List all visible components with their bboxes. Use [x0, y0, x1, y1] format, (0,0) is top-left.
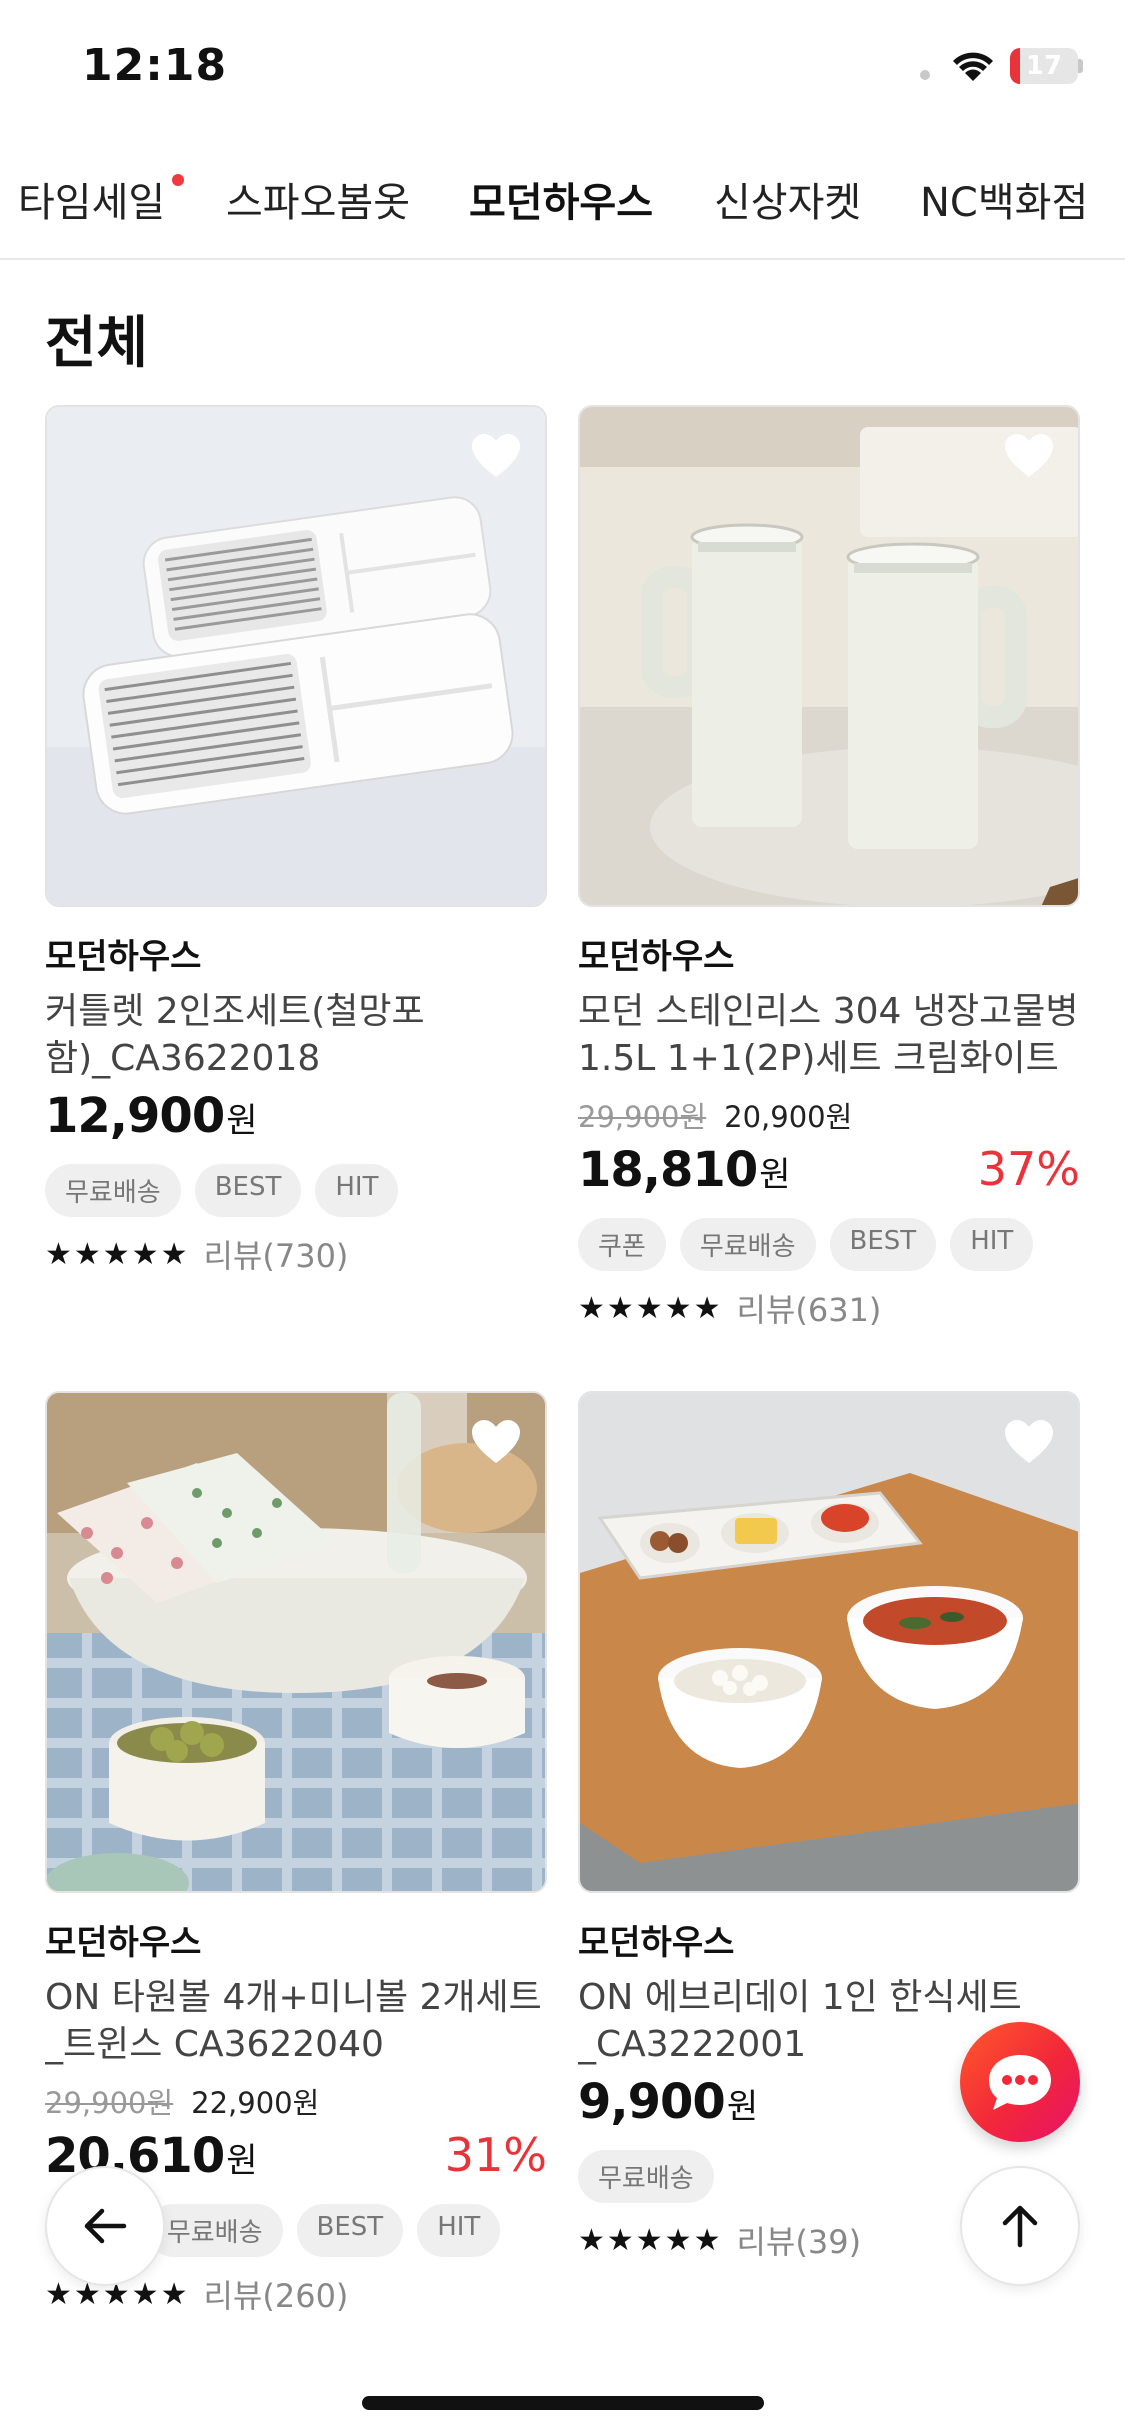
product-name[interactable]: 모던 스테인리스 304 냉장고물병 1.5L 1+1(2P)세트 크림화이트 [578, 988, 1080, 1082]
price-row: 18,810 원 37% [578, 1142, 1080, 1200]
badge-hit: HIT [950, 1218, 1034, 1271]
badge-hit: HIT [417, 2204, 501, 2257]
discount-rate: 37% [977, 1142, 1080, 1196]
rating-row: ★★★★★ 리뷰(631) [578, 1285, 1080, 1331]
signal-dot-icon [920, 70, 930, 80]
product-name[interactable]: ON 타원볼 4개+미니볼 2개세트_트윈스 CA3622040 [45, 1974, 547, 2068]
tab-nc-department[interactable]: NC백화점 [920, 170, 1088, 228]
original-price-row: 29,900원 22,900원 [45, 2080, 547, 2122]
chat-button[interactable] [960, 2022, 1080, 2142]
review-count: 리뷰(39) [736, 2223, 862, 2261]
battery-level: 17 [1025, 51, 1063, 81]
new-dot-indicator [172, 174, 184, 186]
star-rating-icon: ★★★★★ [45, 1236, 190, 1272]
battery-icon: 17 [1010, 48, 1083, 84]
heart-icon[interactable] [1002, 1417, 1056, 1467]
badge-list: 쿠폰 무료배송 BEST HIT [578, 1218, 1080, 1271]
product-brand: 모던하우스 [45, 1923, 202, 1963]
price-unit: 원 [226, 1101, 258, 1141]
star-rating-icon: ★★★★★ [578, 1290, 723, 1326]
coupon-price: 20,900원 [724, 1100, 853, 1134]
scroll-to-top-button[interactable] [960, 2166, 1080, 2286]
badge-best: BEST [296, 2204, 404, 2257]
original-price-row: 29,900원 20,900원 [578, 1094, 1080, 1136]
product-price: 18,810 [578, 1142, 758, 1198]
product-image[interactable] [578, 405, 1080, 907]
tab-timesale[interactable]: 타임세일 [18, 170, 165, 228]
review-count: 리뷰(260) [203, 2277, 349, 2315]
badge-best: BEST [194, 1164, 302, 1217]
tab-spao[interactable]: 스파오봄옷 [226, 170, 410, 228]
original-price: 29,900원 [578, 1100, 707, 1134]
original-price: 29,900원 [45, 2086, 174, 2120]
status-time: 12:18 [82, 40, 228, 91]
review-count: 리뷰(631) [736, 1291, 882, 1329]
status-icons: 17 [920, 48, 1083, 84]
review-count: 리뷰(730) [203, 1237, 349, 1275]
chat-icon [989, 2055, 1051, 2110]
product-brand: 모던하우스 [578, 937, 735, 977]
heart-icon[interactable] [469, 431, 523, 481]
price-unit: 원 [726, 2087, 759, 2127]
coupon-price: 22,900원 [191, 2086, 320, 2120]
price-row: 12,900 원 [45, 1088, 547, 1146]
product-image[interactable] [578, 1391, 1080, 1893]
product-card[interactable]: 모던하우스 커틀렛 2인조세트(철망포함)_CA3622018 12,900 원… [45, 405, 547, 1277]
product-brand: 모던하우스 [578, 1923, 735, 1963]
status-bar: 12:18 17 [0, 0, 1125, 140]
heart-icon[interactable] [469, 1417, 523, 1467]
product-name[interactable]: 커틀렛 2인조세트(철망포함)_CA3622018 [45, 988, 547, 1082]
section-title: 전체 [45, 311, 149, 376]
heart-icon[interactable] [1002, 431, 1056, 481]
product-price: 12,900 [45, 1088, 225, 1144]
category-tabs: 타임세일 스파오봄옷 모던하우스 신상자켓 NC백화점 [0, 160, 1125, 260]
product-image[interactable] [45, 405, 547, 907]
product-image[interactable] [45, 1391, 547, 1893]
discount-rate: 31% [444, 2128, 547, 2182]
home-indicator [362, 2396, 764, 2410]
arrow-left-icon [84, 2208, 127, 2244]
product-price: 9,900 [578, 2074, 726, 2130]
badge-coupon: 쿠폰 [578, 1218, 666, 1271]
badge-list: 무료배송 BEST HIT [45, 1164, 547, 1217]
tab-modernhouse[interactable]: 모던하우스 [469, 170, 653, 228]
price-unit: 원 [226, 2141, 258, 2181]
product-brand: 모던하우스 [45, 937, 202, 977]
product-card[interactable]: 모던하우스 모던 스테인리스 304 냉장고물병 1.5L 1+1(2P)세트 … [578, 405, 1080, 1331]
badge-free-shipping: 무료배송 [146, 2204, 283, 2257]
star-rating-icon: ★★★★★ [578, 2222, 723, 2258]
badge-best: BEST [829, 1218, 937, 1271]
back-button[interactable] [45, 2166, 165, 2286]
price-unit: 원 [759, 1155, 791, 1195]
badge-hit: HIT [315, 1164, 399, 1217]
badge-free-shipping: 무료배송 [45, 1164, 181, 1217]
tab-new-jacket[interactable]: 신상자켓 [714, 170, 861, 228]
arrow-up-icon [1002, 2205, 1038, 2248]
rating-row: ★★★★★ 리뷰(730) [45, 1231, 547, 1277]
wifi-icon [953, 52, 993, 81]
badge-free-shipping: 무료배송 [679, 1218, 816, 1271]
badge-free-shipping: 무료배송 [578, 2150, 714, 2203]
